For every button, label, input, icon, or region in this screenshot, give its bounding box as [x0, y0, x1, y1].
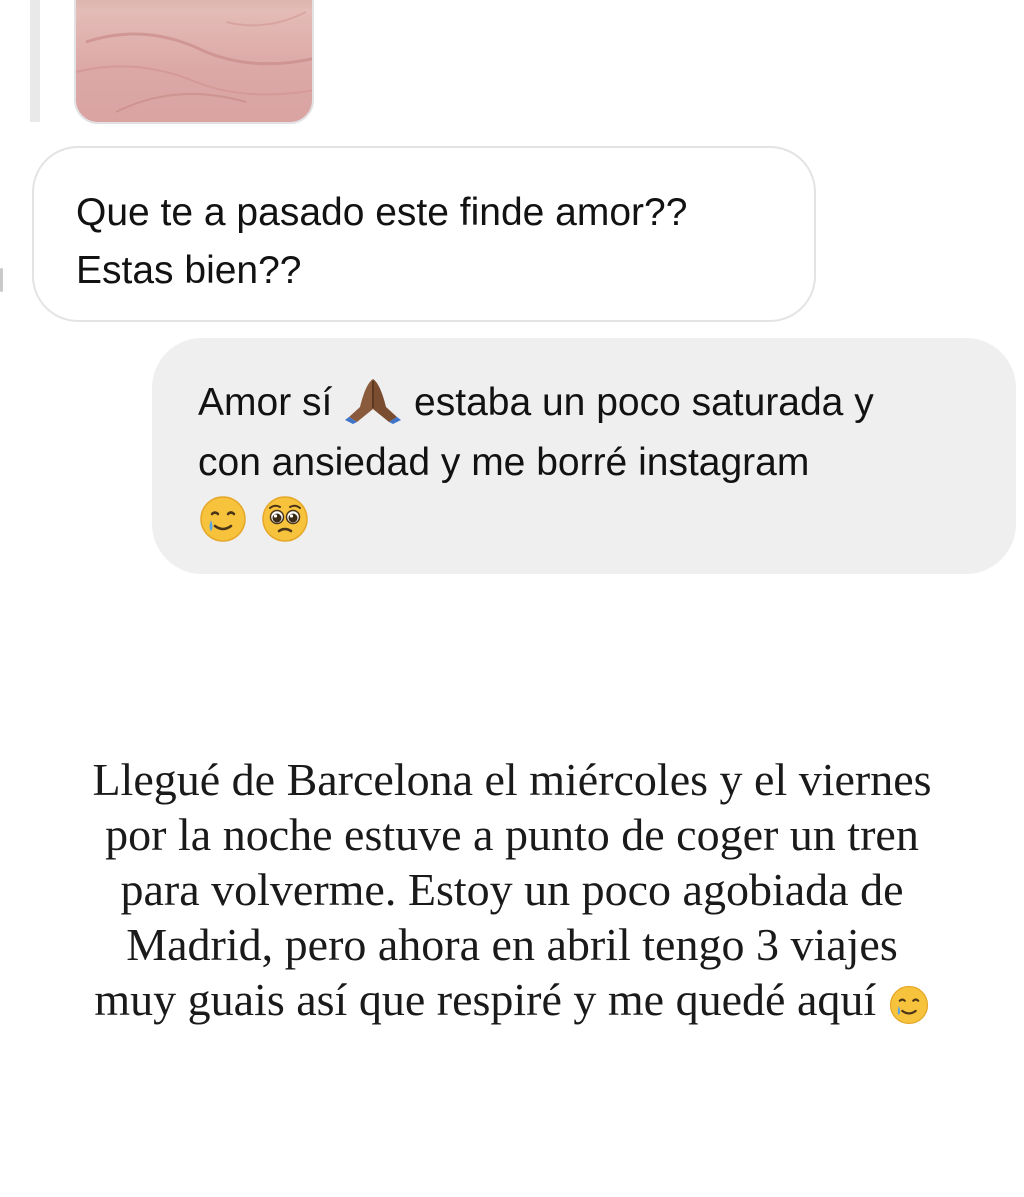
story-caption-text: Llegué de Barcelona el miércoles y el vi…	[40, 752, 984, 1032]
story-caption-line: por la noche estuve a punto de coger un …	[105, 809, 919, 860]
pleading-face-icon	[260, 494, 310, 549]
sent-message-bubble[interactable]: Amor sí estaba un poco saturada y con an…	[152, 338, 1016, 574]
sent-message-line-2: con ansiedad y me borré instagram	[198, 441, 810, 485]
smiling-face-with-tear-icon	[888, 977, 930, 1032]
received-message-line: Que te a pasado este finde amor??	[76, 191, 688, 234]
sent-message-text: estaba un poco saturada y	[414, 381, 874, 424]
sent-message-emoji-row	[198, 494, 976, 548]
folded-hands-icon	[343, 375, 403, 434]
sent-message-text: Amor sí	[198, 381, 333, 424]
left-edge-divider	[0, 268, 3, 292]
story-caption-line-last: muy guais así que respiré y me quedé aqu…	[40, 972, 984, 1032]
story-caption-line: Madrid, pero ahora en abril tengo 3 viaj…	[126, 919, 898, 970]
received-message-line: Estas bien??	[76, 249, 302, 292]
received-message-bubble[interactable]: Que te a pasado este finde amor?? Estas …	[32, 146, 816, 322]
story-caption-line: para volverme. Estoy un poco agobiada de	[120, 864, 904, 915]
story-caption-line: Llegué de Barcelona el miércoles y el vi…	[92, 754, 932, 805]
story-reply-indicator-bar	[30, 0, 40, 122]
story-caption-line: muy guais así que respiré y me quedé aqu…	[94, 974, 877, 1025]
smiling-face-with-tear-icon	[198, 494, 248, 549]
sent-message-line-1: Amor sí estaba un poco saturada y	[198, 374, 976, 434]
story-reply-thumbnail[interactable]	[74, 0, 314, 124]
